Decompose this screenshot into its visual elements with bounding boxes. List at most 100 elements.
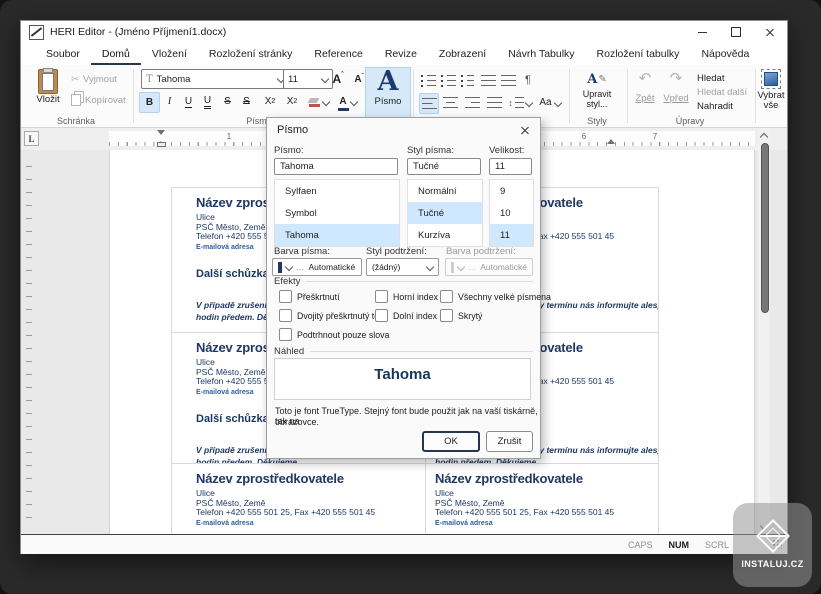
checkbox-double-strikethrough[interactable]: Dvojitý přeškrtnutý text [279, 309, 386, 322]
close-button[interactable] [753, 21, 787, 43]
left-indent-marker[interactable] [157, 142, 166, 147]
ok-button[interactable]: OK [422, 431, 480, 452]
checkbox-icon[interactable] [375, 309, 388, 322]
more-colors-ellipsis[interactable]: … [296, 262, 305, 272]
checkbox-icon[interactable] [375, 290, 388, 303]
cell-phone: Telefon +420 555 501 25, Fax +420 555 50… [196, 507, 376, 517]
font-color-button[interactable]: A [335, 92, 361, 111]
checkbox-superscript[interactable]: Horní index [375, 290, 438, 303]
checkbox-icon[interactable] [440, 309, 453, 322]
font-size-combobox[interactable]: 11 [283, 69, 333, 89]
checkbox-icon[interactable] [279, 309, 292, 322]
font-color-picker[interactable]: … Automatické [272, 258, 362, 276]
tab-reference[interactable]: Reference [303, 48, 373, 65]
chevron-down-icon [456, 262, 465, 272]
replace-button[interactable]: Nahradit [697, 101, 733, 112]
bold-button[interactable]: B [139, 92, 160, 113]
tab-navrh-tabulky[interactable]: Návrh Tabulky [497, 48, 585, 65]
right-indent-marker[interactable] [607, 135, 615, 144]
find-next-label: Hledat další [697, 87, 748, 98]
tab-soubor[interactable]: Soubor [35, 48, 91, 65]
underline-style-combobox[interactable]: (žádný) [366, 258, 439, 276]
increase-indent-button[interactable] [499, 71, 517, 90]
find-button[interactable]: Hledat [697, 73, 724, 84]
checkbox-all-caps[interactable]: Všechny velké písmena [440, 290, 551, 303]
checkbox-words-only-underline[interactable]: Podtrhnout pouze slova [279, 328, 389, 341]
minimize-button[interactable] [685, 21, 719, 43]
dialog-close-button[interactable] [520, 125, 530, 135]
cancel-button[interactable]: Zrušit [486, 431, 533, 452]
font-style-input[interactable]: Tučné [407, 158, 481, 175]
font-name-input[interactable]: Tahoma [274, 158, 398, 175]
font-list-item[interactable]: Symbol [275, 202, 399, 224]
tab-domu[interactable]: Domů [90, 48, 141, 65]
group-separator [569, 69, 570, 123]
bullet-list-button[interactable] [419, 71, 437, 90]
font-dialog-button[interactable]: A Písmo [365, 67, 411, 119]
style-list-item-selected[interactable]: Tučné [408, 202, 482, 224]
font-list-item[interactable]: Sylfaen [275, 180, 399, 202]
decrease-indent-button[interactable] [479, 71, 497, 90]
redo-button[interactable]: ↷ Vpřed [661, 71, 691, 105]
justify-button[interactable] [485, 93, 503, 112]
double-strikethrough-button[interactable]: S [238, 92, 255, 111]
superscript-button[interactable]: X2 [282, 92, 302, 111]
contact-card-cell[interactable]: Název zprostředkovatele Ulice PSČ Město,… [172, 464, 426, 534]
truetype-icon: T [146, 73, 153, 85]
style-list-item[interactable]: Normální [408, 180, 482, 202]
checkbox-icon[interactable] [440, 290, 453, 303]
highlight-color-button[interactable] [306, 92, 332, 111]
scrollbar-thumb[interactable] [761, 143, 769, 313]
align-center-button[interactable] [441, 93, 459, 112]
size-list-item-selected[interactable]: 11 [490, 224, 533, 246]
tab-zobrazeni[interactable]: Zobrazení [428, 48, 497, 65]
automatic-color-button[interactable]: Automatické [309, 262, 356, 272]
tab-rozlozeni-stranky[interactable]: Rozložení stránky [198, 48, 303, 65]
tab-rozlozeni-tabulky[interactable]: Rozložení tabulky [586, 48, 691, 65]
scroll-lock-indicator: SCRL [704, 539, 729, 550]
checkbox-icon[interactable] [279, 328, 292, 341]
copy-button[interactable]: Kopírovat [71, 94, 126, 106]
select-all-button[interactable]: Vybrat vše [757, 69, 785, 111]
checkbox-hidden[interactable]: Skrytý [440, 309, 482, 322]
font-name-combobox[interactable]: T Tahoma [141, 69, 289, 89]
double-underline-button[interactable]: U [199, 92, 216, 111]
line-spacing-button[interactable]: ↕ [506, 93, 534, 112]
num-lock-indicator: NUM [668, 539, 689, 550]
change-case-button[interactable]: Aa [537, 93, 563, 112]
tab-revize[interactable]: Revize [374, 48, 428, 65]
size-list-item[interactable]: 9 [490, 180, 533, 202]
chevron-down-icon [349, 97, 358, 106]
align-left-button[interactable] [419, 93, 439, 114]
undo-button[interactable]: ↶ Zpět [631, 71, 659, 105]
style-list-item[interactable]: Kurzíva [408, 224, 482, 246]
edit-style-button[interactable]: A ✎ Upravit styl... [573, 69, 621, 110]
font-size-input[interactable]: 11 [489, 158, 532, 175]
find-next-button[interactable]: Hledat další [697, 87, 747, 98]
contact-card-cell[interactable]: Název zprostředkovatele Ulice PSČ Město,… [426, 464, 658, 534]
group-separator [627, 69, 628, 123]
subscript-button[interactable]: X2 [260, 92, 280, 111]
maximize-button[interactable] [719, 21, 753, 43]
tab-vlozeni[interactable]: Vložení [141, 48, 198, 65]
size-list-item[interactable]: 10 [490, 202, 533, 224]
font-list-item-selected[interactable]: Tahoma [275, 224, 399, 246]
checkbox-subscript[interactable]: Dolní index [375, 309, 437, 322]
grow-font-button[interactable]: Aˆ [329, 69, 347, 88]
tab-napoveda[interactable]: Nápověda [690, 48, 760, 65]
vertical-scrollbar[interactable] [758, 129, 770, 533]
italic-button[interactable]: I [161, 92, 178, 111]
scroll-up-button[interactable] [758, 129, 770, 141]
underline-button[interactable]: U [180, 92, 197, 111]
strikethrough-button[interactable]: S [219, 92, 236, 111]
show-paragraph-marks-button[interactable]: ¶ [520, 70, 536, 89]
paste-button[interactable]: Vložit [29, 67, 67, 105]
align-right-button[interactable] [463, 93, 481, 112]
checkbox-strikethrough[interactable]: Přeškrtnutí [279, 290, 340, 303]
numbered-list-button[interactable] [439, 71, 457, 90]
checkbox-icon[interactable] [279, 290, 292, 303]
multilevel-list-button[interactable] [459, 71, 477, 90]
cut-button[interactable]: ✂ Vyjmout [71, 74, 117, 85]
tab-stop-selector[interactable]: L [24, 131, 39, 146]
underline-style-label: Styl podtržení: [366, 246, 427, 257]
